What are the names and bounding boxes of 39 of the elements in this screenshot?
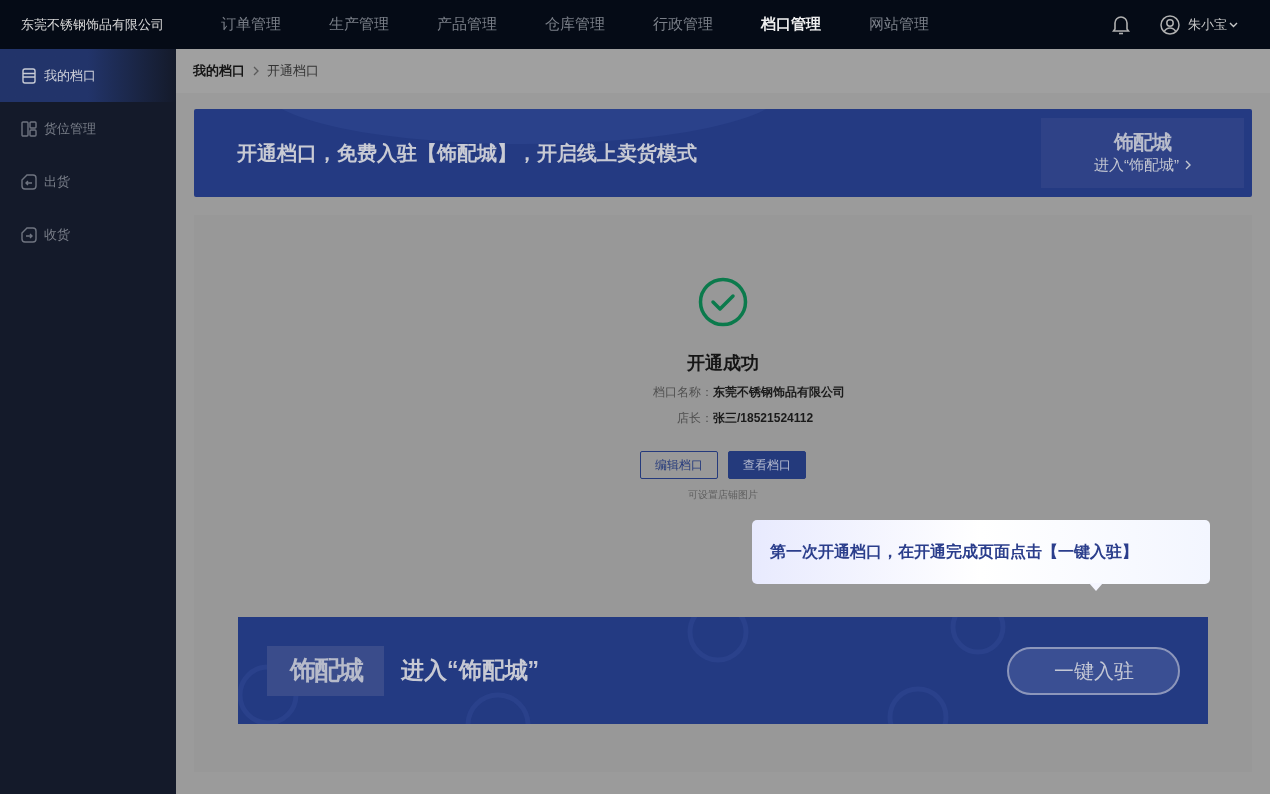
user-menu[interactable]: 朱小宝 [1188, 14, 1238, 35]
sidebar-item[interactable]: 出货 [0, 155, 176, 208]
field-value: 东莞不锈钢饰品有限公司 [713, 384, 846, 401]
nav-tab[interactable]: 行政管理 [653, 13, 713, 36]
nav-tab[interactable]: 订单管理 [221, 13, 281, 36]
nav-tab[interactable]: 产品管理 [437, 13, 497, 36]
arrow-left-icon [20, 172, 38, 191]
breadcrumb-item: 开通档口 [267, 62, 319, 81]
field-label: 店长： [676, 410, 713, 427]
field-value: 张三/18521524112 [713, 410, 815, 427]
success-check-icon [698, 277, 748, 327]
edit-store-button[interactable]: 编辑档口 [640, 451, 718, 479]
promo-text: 开通档口，免费入驻【饰配城】，开启线上卖货模式 [237, 141, 697, 166]
nav-tab[interactable]: 网站管理 [869, 13, 929, 36]
view-store-button[interactable]: 查看档口 [728, 451, 806, 479]
notification-bell-icon[interactable] [1112, 14, 1130, 35]
enter-mall-text: 进入“饰配城” [401, 656, 539, 686]
chevron-right-icon [253, 66, 259, 76]
company-name: 东莞不锈钢饰品有限公司 [20, 15, 165, 34]
tooltip-pointer [1089, 583, 1103, 592]
nav-tab[interactable]: 档口管理 [761, 13, 821, 36]
join-button[interactable]: 一键入驻 [1007, 646, 1180, 695]
tooltip-text: 第一次开通档口，在开通完成页面点击【一键入驻】 [770, 542, 1138, 562]
chevron-right-icon [1185, 160, 1191, 170]
sidebar-item[interactable]: 收货 [0, 208, 176, 261]
grid-icon [20, 119, 38, 138]
breadcrumb-item[interactable]: 我的档口 [193, 61, 245, 81]
mall-logo: 饰配城 [1114, 129, 1171, 154]
nav-tab[interactable]: 仓库管理 [545, 13, 605, 36]
success-title: 开通成功 [687, 352, 759, 375]
user-avatar-icon[interactable] [1160, 14, 1180, 35]
mall-logo: 饰配城 [267, 645, 384, 696]
arrow-right-icon [20, 225, 38, 244]
field-label: 档口名称： [652, 384, 713, 401]
sidebar-item[interactable]: 货位管理 [0, 102, 176, 155]
enter-mall-link[interactable]: 饰配城 进入“饰配城” [1041, 118, 1244, 188]
enter-mall-text: 进入“饰配城” [1094, 154, 1179, 175]
caret-icon [1229, 21, 1238, 28]
nav-tab[interactable]: 生产管理 [329, 13, 389, 36]
